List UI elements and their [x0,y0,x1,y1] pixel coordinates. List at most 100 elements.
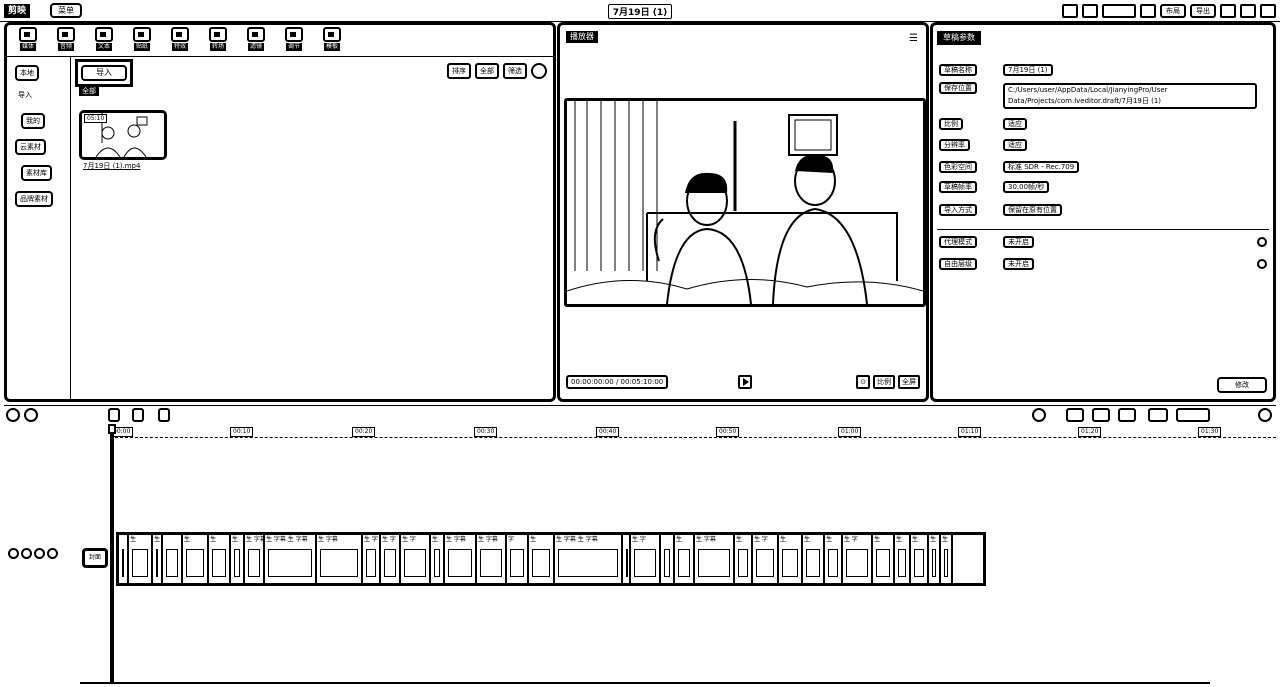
zoom-fit-icon[interactable] [1258,408,1272,422]
timeline-ruler[interactable]: 00:00 00:10 00:20 00:30 00:40 00:50 01:0… [110,426,1276,438]
sidebar-item-mine[interactable]: 我的 [21,113,45,129]
timeline-clip[interactable]: 字 [507,535,529,583]
info-icon[interactable] [1257,237,1267,247]
preview-axis-icon[interactable] [1118,408,1136,422]
sort-button[interactable]: 排序 [447,63,471,79]
timeline-clip[interactable]: 生 字幕 生 字幕 [265,535,317,583]
zoom-slider[interactable] [1176,408,1210,422]
sidebar-item-cloud[interactable]: 云素材 [15,139,46,155]
media-thumbnail[interactable]: 05:10 [79,110,167,160]
settings-icon[interactable] [531,63,547,79]
video-preview[interactable] [564,98,926,307]
timeline-clip[interactable]: 生 [209,535,231,583]
timeline-clip[interactable]: 生 [183,535,209,583]
timeline-clip[interactable]: 生 [231,535,245,583]
tab-effects[interactable]: 特效 [167,27,193,55]
clip-caption: 生 [930,536,937,543]
clip-caption: 生 [676,536,683,543]
sidebar-item-local[interactable]: 本地 [15,65,39,81]
tab-sticker[interactable]: 贴纸 [129,27,155,55]
timeline-clip[interactable]: 生 字幕 [695,535,735,583]
lock-track-icon[interactable] [8,548,19,559]
timeline-clip[interactable]: 生 字 [631,535,661,583]
pro-badge-icon[interactable] [1102,4,1136,18]
main-track-icon[interactable] [1148,408,1168,422]
timeline-clip[interactable]: 生 [895,535,911,583]
timeline-clip[interactable] [119,535,129,583]
menu-icon[interactable]: ☰ [909,33,918,44]
timeline-clip[interactable]: 生 字 [363,535,381,583]
tab-media[interactable]: 媒体 [15,27,41,55]
microphone-icon[interactable] [1032,408,1046,422]
split-screen-icon[interactable] [1082,4,1098,18]
sidebar-item-import[interactable]: 导入 [15,89,35,105]
filter-button[interactable]: 筛选 [503,63,527,79]
freeze-icon[interactable] [158,408,170,422]
export-button[interactable]: 导出 [1190,4,1216,18]
timeline-clip[interactable]: 生 [129,535,153,583]
link-icon[interactable] [1092,408,1110,422]
playhead-handle[interactable] [108,424,116,434]
timeline-clip[interactable]: 生 [675,535,695,583]
sidebar-item-library[interactable]: 素材库 [21,165,52,181]
timeline-clip[interactable]: 生 字 [753,535,779,583]
hide-track-icon[interactable] [21,548,32,559]
fullscreen-button[interactable]: 全屏 [898,375,920,389]
filter-all-button[interactable]: 全部 [475,63,499,79]
play-button[interactable] [738,375,752,389]
sidebar-item-brand[interactable]: 品牌素材 [15,191,53,207]
timeline-clip[interactable]: 生 [153,535,163,583]
cover-button[interactable]: 封面 [82,548,108,568]
timeline-clip[interactable]: 生 [825,535,843,583]
timeline-clip[interactable] [661,535,675,583]
maximize-icon[interactable] [1240,4,1256,18]
split-icon[interactable] [108,408,120,422]
timeline-clip[interactable]: 生 字幕 [477,535,507,583]
timeline-clip[interactable]: 生 字幕 生 字幕 [555,535,623,583]
timeline-clip[interactable] [163,535,183,583]
timeline-clip[interactable]: 生 [873,535,895,583]
prop-key: 代理模式 [939,236,1003,248]
info-icon[interactable] [1257,259,1267,269]
timeline-clip[interactable]: 生 字幕 [245,535,265,583]
track-settings-icon[interactable] [47,548,58,559]
shortcut-icon[interactable] [1062,4,1078,18]
layout-button[interactable]: 布局 [1160,4,1186,18]
timeline-clip[interactable]: 生 [929,535,941,583]
timeline-clip[interactable]: 生 [735,535,753,583]
import-button[interactable]: 导入 [75,59,133,87]
tab-filter[interactable]: 滤镜 [243,27,269,55]
timeline-clip[interactable]: 生 字 [843,535,873,583]
tab-template[interactable]: 模板 [319,27,345,55]
playhead[interactable] [110,426,114,684]
timeline-clip[interactable]: 生 字 [401,535,431,583]
timeline-clip[interactable]: 生 字幕 [317,535,363,583]
tab-transition[interactable]: 转场 [205,27,231,55]
timeline-clip[interactable]: 生 [779,535,803,583]
mute-track-icon[interactable] [34,548,45,559]
ratio-button[interactable]: 比例 [873,375,895,389]
timeline-clip[interactable]: 生 字 [381,535,401,583]
timeline-clip[interactable]: 生 [911,535,929,583]
crop-icon[interactable]: ⊙ [856,375,870,389]
snap-icon[interactable] [1066,408,1084,422]
tab-audio[interactable]: 音频 [53,27,79,55]
project-title[interactable]: 7月19日 (1) [607,4,673,19]
timeline-clip[interactable]: 生 [529,535,555,583]
mobile-icon[interactable] [1140,4,1156,18]
timeline-clip[interactable]: 生 字幕 [445,535,477,583]
tab-text[interactable]: 文本 [91,27,117,55]
timeline-scrollbar[interactable] [80,682,1210,684]
timeline-clip[interactable] [623,535,631,583]
undo-icon[interactable] [24,408,38,422]
tab-adjust[interactable]: 调节 [281,27,307,55]
timeline-clip[interactable]: 生 [941,535,953,583]
timeline-clip[interactable]: 生 [431,535,445,583]
timeline-clip[interactable]: 生 [803,535,825,583]
select-icon[interactable] [6,408,20,422]
close-icon[interactable] [1260,4,1276,18]
video-track[interactable]: 生生生生生生 字幕生 字幕 生 字幕生 字幕生 字生 字生 字生生 字幕生 字幕… [116,532,986,586]
delete-icon[interactable] [132,408,144,422]
modify-button[interactable]: 修改 [1217,377,1267,393]
minimize-icon[interactable] [1220,4,1236,18]
